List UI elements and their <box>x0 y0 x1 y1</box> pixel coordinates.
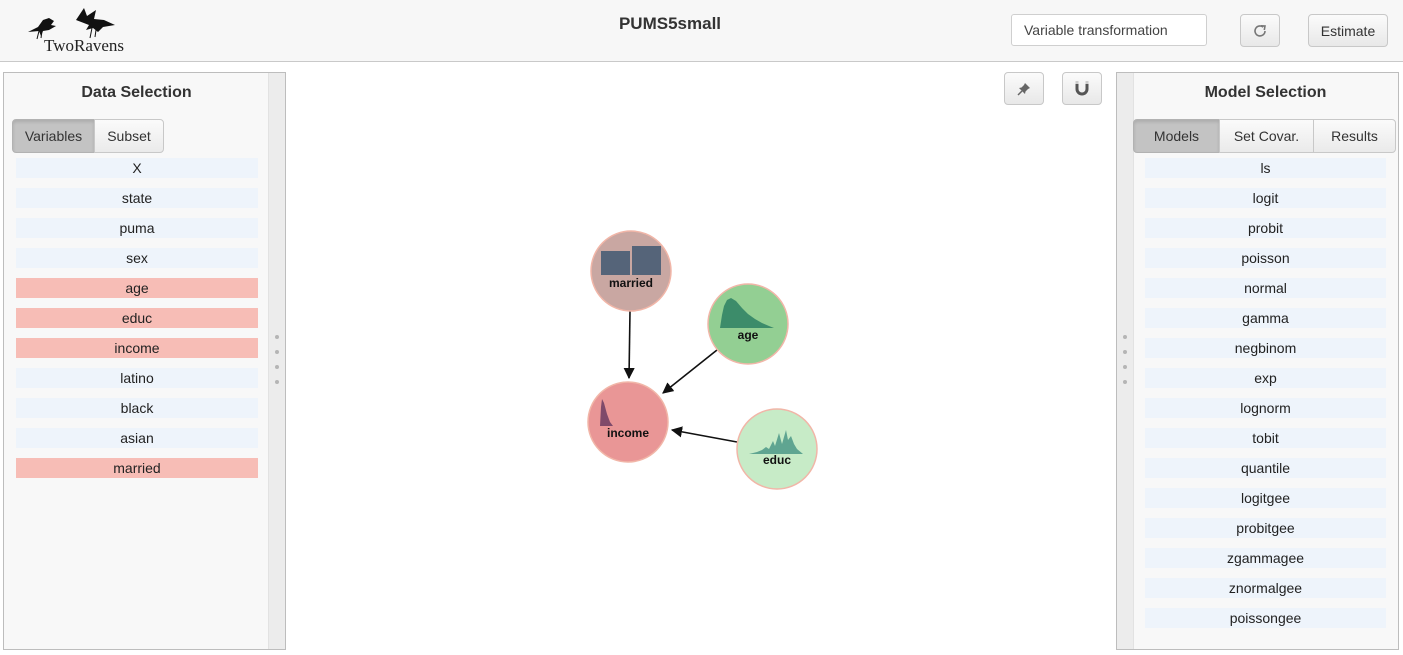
logo-text: TwoRavens <box>44 36 125 55</box>
variable-item-state[interactable]: state <box>16 188 258 208</box>
model-item-gamma[interactable]: gamma <box>1145 308 1386 328</box>
node-label-income: income <box>607 426 649 440</box>
panel-title: Model Selection <box>1204 84 1327 101</box>
page-title: PUMS5small <box>618 14 722 33</box>
variable-item-black[interactable]: black <box>16 398 258 418</box>
variable-item-married[interactable]: married <box>16 458 258 478</box>
reset-button[interactable] <box>1240 14 1280 47</box>
model-item-logit[interactable]: logit <box>1145 188 1386 208</box>
variable-item-educ[interactable]: educ <box>16 308 258 328</box>
estimate-button[interactable]: Estimate <box>1308 14 1388 47</box>
node-label-married: married <box>609 276 653 290</box>
variable-item-latino[interactable]: latino <box>16 368 258 388</box>
panel-title: Data Selection <box>81 84 192 101</box>
right-panel-resize-handle[interactable] <box>1117 73 1134 649</box>
model-item-znormalgee[interactable]: znormalgee <box>1145 578 1386 598</box>
grip-dots-icon <box>275 335 279 395</box>
edge-educ-income <box>670 426 738 443</box>
model-item-normal[interactable]: normal <box>1145 278 1386 298</box>
data-selection-tabs: Variables Subset <box>12 119 164 153</box>
tab-set-covar[interactable]: Set Covar. <box>1219 119 1314 153</box>
top-bar: TwoRavens PUMS5small Estimate <box>0 0 1403 62</box>
model-selection-panel: Model Selection Models Set Covar. Result… <box>1116 72 1399 650</box>
model-item-probit[interactable]: probit <box>1145 218 1386 238</box>
model-item-logitgee[interactable]: logitgee <box>1145 488 1386 508</box>
tab-subset[interactable]: Subset <box>94 119 164 153</box>
magnet-button[interactable] <box>1062 72 1102 105</box>
edge-married-income <box>623 310 635 380</box>
refresh-icon <box>1254 24 1266 37</box>
pin-button[interactable] <box>1004 72 1044 105</box>
variable-item-puma[interactable]: puma <box>16 218 258 238</box>
variable-item-sex[interactable]: sex <box>16 248 258 268</box>
data-selection-panel: Data Selection Variables Subset X state … <box>3 72 286 650</box>
model-canvas[interactable]: married age income educ <box>287 62 1115 652</box>
node-age[interactable]: age <box>707 283 789 365</box>
model-item-exp[interactable]: exp <box>1145 368 1386 388</box>
tab-variables[interactable]: Variables <box>12 119 95 153</box>
edge-age-income <box>662 349 718 394</box>
pin-icon <box>1017 82 1030 96</box>
node-married[interactable]: married <box>590 230 672 312</box>
model-item-lognorm[interactable]: lognorm <box>1145 398 1386 418</box>
model-list: ls logit probit poisson normal gamma neg… <box>1145 158 1386 638</box>
node-label-age: age <box>738 328 759 342</box>
tworavens-logo: TwoRavens <box>24 6 134 56</box>
left-panel-resize-handle[interactable] <box>268 73 285 649</box>
model-item-negbinom[interactable]: negbinom <box>1145 338 1386 358</box>
model-item-probitgee[interactable]: probitgee <box>1145 518 1386 538</box>
variable-item-x[interactable]: X <box>16 158 258 178</box>
variable-graph: married age income educ <box>587 230 818 490</box>
node-income[interactable]: income <box>587 381 669 463</box>
variable-transformation-input[interactable] <box>1011 14 1207 46</box>
magnet-icon <box>1075 81 1089 96</box>
node-label-educ: educ <box>763 453 791 467</box>
variable-item-asian[interactable]: asian <box>16 428 258 448</box>
grip-dots-icon <box>1123 335 1127 395</box>
tab-models[interactable]: Models <box>1133 119 1220 153</box>
model-selection-tabs: Models Set Covar. Results <box>1133 119 1396 153</box>
variable-list: X state puma sex age educ income latino … <box>16 158 258 488</box>
variable-item-age[interactable]: age <box>16 278 258 298</box>
tab-results[interactable]: Results <box>1313 119 1396 153</box>
model-item-poissongee[interactable]: poissongee <box>1145 608 1386 628</box>
variable-item-income[interactable]: income <box>16 338 258 358</box>
model-item-zgammagee[interactable]: zgammagee <box>1145 548 1386 568</box>
model-item-poisson[interactable]: poisson <box>1145 248 1386 268</box>
model-item-quantile[interactable]: quantile <box>1145 458 1386 478</box>
node-educ[interactable]: educ <box>736 408 818 490</box>
model-item-ls[interactable]: ls <box>1145 158 1386 178</box>
model-item-tobit[interactable]: tobit <box>1145 428 1386 448</box>
